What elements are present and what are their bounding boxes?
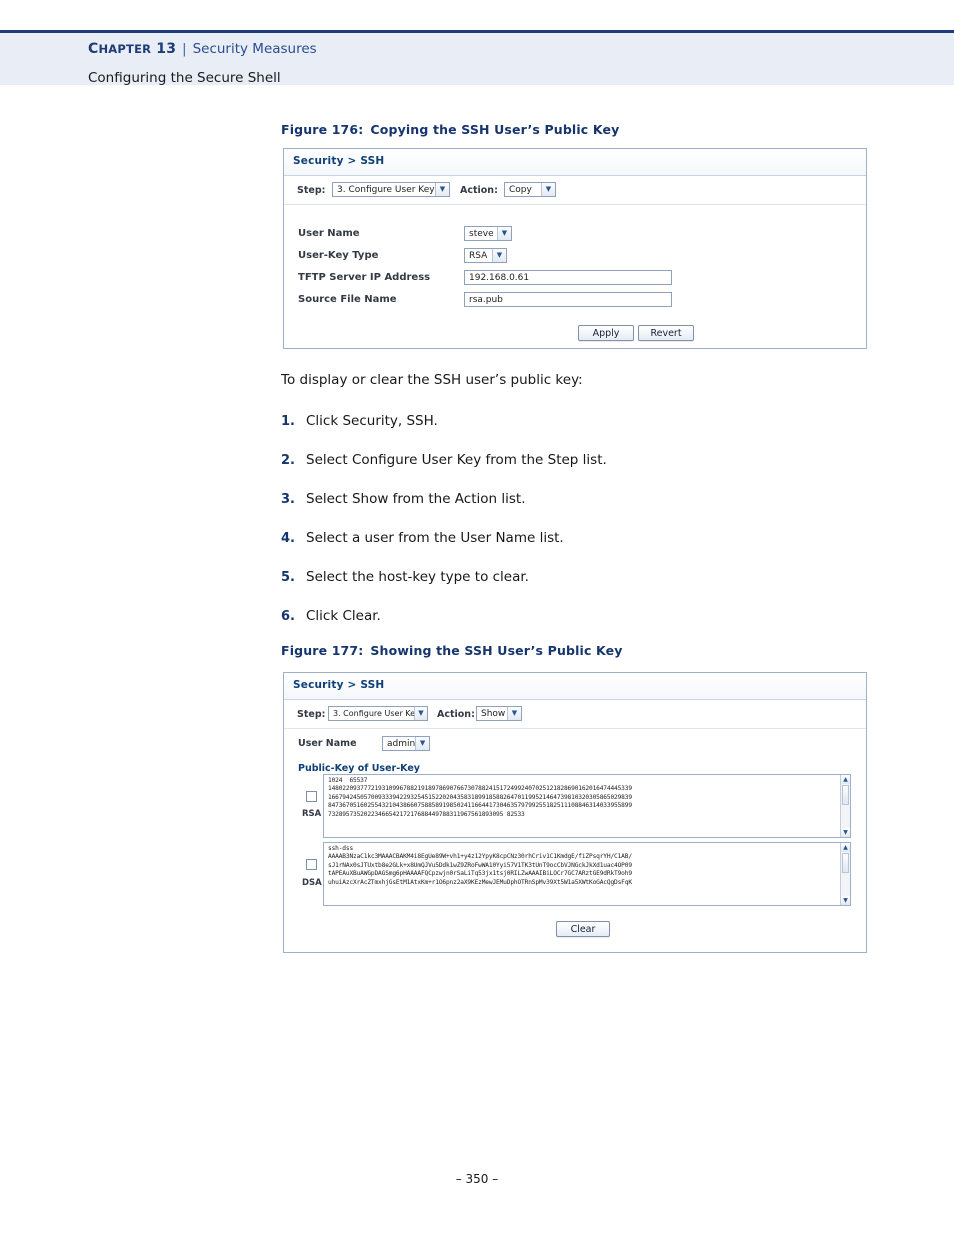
figure-177-number: Figure 177: [281, 643, 364, 658]
field-label-user-key-type: User-Key Type [298, 250, 379, 261]
field-label-tftp-server-ip: TFTP Server IP Address [298, 272, 431, 283]
step-label: Step: [297, 185, 326, 196]
chevron-down-icon: ▼ [497, 227, 511, 240]
instruction-step-2: 2. Select Configure User Key from the Ste… [281, 449, 607, 468]
step-text: Select Configure User Key from the Step … [306, 452, 607, 468]
instruction-step-6: 6. Click Clear. [281, 605, 381, 624]
instruction-step-5: 5. Select the host-key type to clear. [281, 566, 529, 585]
action-select-value: Copy [509, 184, 532, 195]
step-number: 3. [281, 492, 295, 507]
instruction-step-3: 3. Select Show from the Action list. [281, 488, 526, 507]
panel-176-breadcrumb: Security > SSH [293, 155, 385, 167]
figure-177-panel: Security > SSH Step: 3. Configure User K… [283, 672, 867, 953]
action-select[interactable]: Copy ▼ [504, 182, 556, 197]
page-header-chapter-line: CHAPTER 13 | Security Measures [88, 42, 317, 57]
chevron-down-icon: ▼ [492, 249, 506, 262]
step-text: Select a user from the User Name list. [306, 530, 564, 546]
panel-176-titlebar: Security > SSH [284, 149, 866, 176]
step-text: Select Show from the Action list. [306, 491, 526, 507]
dsa-key-textarea[interactable]: ssh-dss AAAAB3NzaC1kc3MAAACBAKM4i8EgUe89… [323, 842, 851, 906]
step-number: 5. [281, 570, 295, 585]
figure-176-caption: Figure 176: Copying the SSH User’s Public… [281, 122, 619, 137]
chapter-number: 13 [156, 41, 177, 57]
user-key-type-select-value: RSA [469, 250, 488, 261]
page-number-footer: – 350 – [455, 1172, 499, 1186]
figure-177-title: Showing the SSH User’s Public Key [370, 643, 623, 658]
step-text: Click Clear. [306, 608, 381, 624]
figure-177-caption: Figure 177: Showing the SSH User’s Public… [281, 643, 623, 658]
instruction-step-1: 1. Click Security, SSH. [281, 410, 438, 429]
dsa-key-label: DSA [302, 878, 322, 888]
rsa-scrollbar-thumb[interactable] [842, 785, 849, 805]
public-key-section-label: Public-Key of User-Key [298, 763, 420, 774]
user-key-type-select[interactable]: RSA ▼ [464, 248, 507, 263]
step-text: Select the host-key type to clear. [306, 569, 529, 585]
field-label-user-name: User Name [298, 228, 360, 239]
dsa-key-scrollbar[interactable]: ▲ ▼ [840, 843, 850, 905]
chevron-down-icon: ▼ [435, 183, 449, 196]
action-label: Action: [460, 185, 498, 196]
chevron-up-icon[interactable]: ▲ [841, 843, 850, 852]
page-header-subtitle: Configuring the Secure Shell [88, 70, 281, 86]
action-select[interactable]: Show ▼ [476, 706, 522, 721]
panel-177-breadcrumb: Security > SSH [293, 679, 385, 691]
instruction-step-4: 4. Select a user from the User Name list. [281, 527, 564, 546]
figure-176-number: Figure 176: [281, 122, 364, 137]
field-label-source-file-name: Source File Name [298, 294, 397, 305]
panel-176-step-row: Step: 3. Configure User Key ▼ Action: Co… [284, 176, 866, 205]
step-label: Step: [297, 709, 326, 720]
figure-176-panel: Security > SSH Step: 3. Configure User K… [283, 148, 867, 349]
rsa-key-scrollbar[interactable]: ▲ ▼ [840, 775, 850, 837]
user-name-select[interactable]: steve ▼ [464, 226, 512, 241]
chapter-label: CHAPTER 13 [88, 41, 176, 57]
checkbox-unchecked-icon[interactable] [306, 791, 317, 802]
chevron-down-icon: ▼ [413, 707, 427, 720]
action-label: Action: [437, 709, 475, 720]
dsa-key-text: ssh-dss AAAAB3NzaC1kc3MAAACBAKM4i8EgUe89… [328, 845, 632, 886]
step-select[interactable]: 3. Configure User Key ▼ [328, 706, 428, 721]
chapter-separator: | [182, 42, 187, 57]
action-select-value: Show [481, 708, 506, 719]
chevron-up-icon[interactable]: ▲ [841, 775, 850, 784]
panel-177-titlebar: Security > SSH [284, 673, 866, 700]
user-name-select-value: admin [387, 738, 416, 749]
clear-button[interactable]: Clear [556, 921, 610, 937]
chevron-down-icon: ▼ [507, 707, 521, 720]
step-select[interactable]: 3. Configure User Key ▼ [332, 182, 450, 197]
step-number: 1. [281, 414, 295, 429]
page-header-bar: CHAPTER 13 | Security Measures Configuring… [0, 30, 954, 86]
figure-176-title: Copying the SSH User’s Public Key [370, 122, 620, 137]
rsa-key-label: RSA [302, 809, 322, 819]
panel-177-step-row: Step: 3. Configure User Key ▼ Action: Sh… [284, 700, 866, 729]
chapter-label-rest: HAPTER [98, 42, 152, 56]
checkbox-unchecked-icon[interactable] [306, 859, 317, 870]
user-name-select[interactable]: admin ▼ [382, 736, 430, 751]
dsa-scrollbar-thumb[interactable] [842, 853, 849, 873]
source-file-name-input[interactable]: rsa.pub [464, 292, 672, 307]
step-select-value: 3. Configure User Key [333, 709, 414, 718]
step-select-value: 3. Configure User Key [337, 184, 435, 195]
step-text: Click Security, SSH. [306, 413, 438, 429]
rsa-key-textarea[interactable]: 1024 65537 14802209377721931099678821918… [323, 774, 851, 838]
user-name-select-value: steve [469, 228, 494, 239]
instructions-lead: To display or clear the SSH user’s publi… [281, 372, 583, 388]
field-label-user-name: User Name [298, 738, 357, 749]
chevron-down-icon: ▼ [415, 737, 429, 750]
step-number: 2. [281, 453, 295, 468]
chevron-down-icon[interactable]: ▼ [841, 896, 850, 905]
rsa-key-text: 1024 65537 14802209377721931099678821918… [328, 777, 632, 818]
chapter-topic: Security Measures [192, 41, 317, 57]
tftp-server-ip-input[interactable]: 192.168.0.61 [464, 270, 672, 285]
step-number: 6. [281, 609, 295, 624]
revert-button[interactable]: Revert [638, 325, 694, 341]
step-number: 4. [281, 531, 295, 546]
apply-button[interactable]: Apply [578, 325, 634, 341]
chevron-down-icon[interactable]: ▼ [841, 828, 850, 837]
chevron-down-icon: ▼ [541, 183, 555, 196]
chapter-label-initial: C [88, 41, 99, 57]
